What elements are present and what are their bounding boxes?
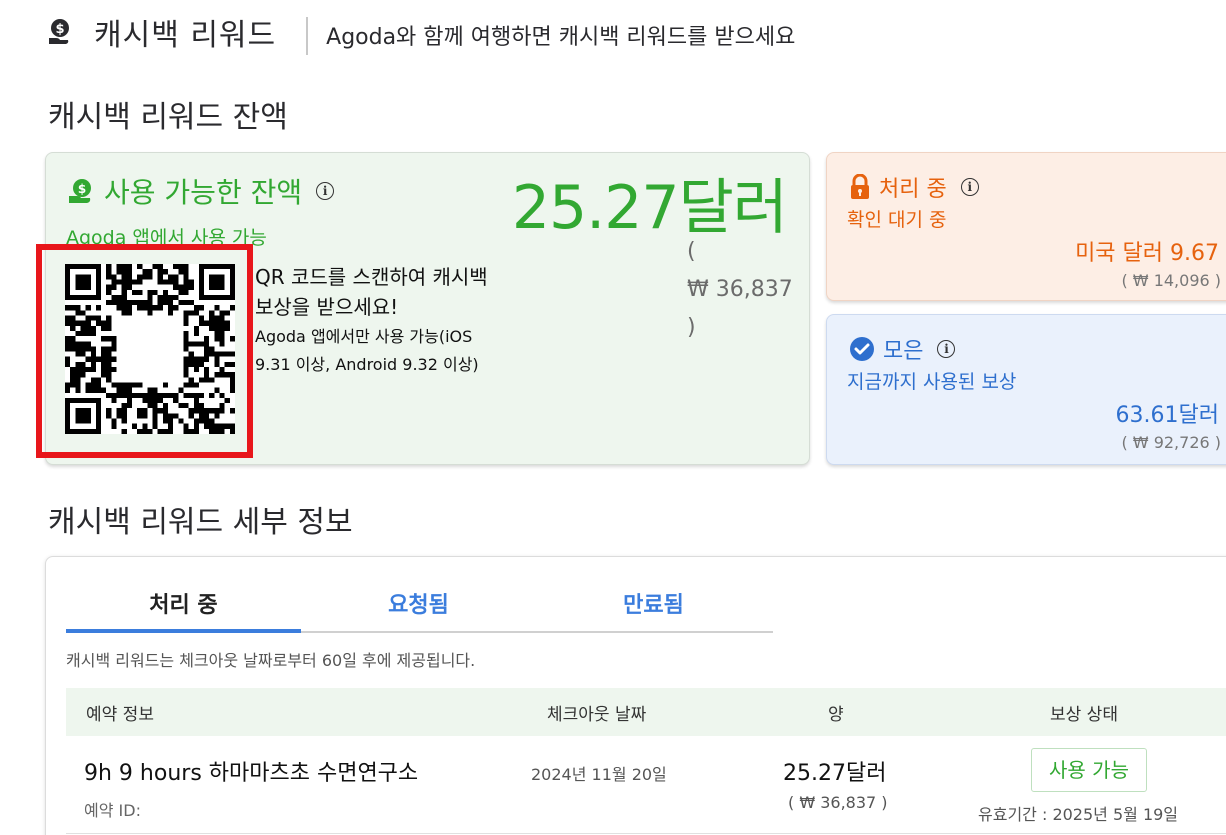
pending-card: 처리 중 i 확인 대기 중 미국 달러 9.67 ( ₩ 14,096 ) [826, 152, 1226, 301]
page-header: $ 캐시백 리워드 Agoda와 함께 여행하면 캐시백 리워드를 받으세요 [48, 8, 795, 56]
pending-description: 확인 대기 중 [847, 209, 947, 231]
krw-open-paren: ( [687, 239, 696, 264]
check-circle-icon [849, 336, 875, 362]
checkout-date: 2024년 11월 20일 [531, 765, 667, 784]
krw-value: ₩ 36,837 [687, 277, 793, 302]
collected-description: 지금까지 사용된 보상 [847, 371, 1017, 393]
booking-id: 예약 ID: [84, 801, 141, 820]
dollar-hand-icon: $ [68, 178, 94, 204]
pending-amount: 미국 달러 9.67 [1075, 241, 1219, 266]
row-amount: 25.27달러 [783, 761, 887, 786]
info-icon[interactable]: i [937, 340, 956, 358]
tab-expired[interactable]: 만료됨 [536, 575, 771, 631]
booking-name[interactable]: 9h 9 hours 하마마츠초 수면연구소 [84, 755, 418, 787]
collected-card: 모은 i 지금까지 사용된 보상 63.61달러 ( ₩ 92,726 ) [826, 314, 1226, 465]
available-balance-krw: ( ₩ 36,837 ) [687, 233, 793, 347]
qr-highlight-frame [36, 244, 253, 458]
qr-availability-note: Agoda 앱에서만 사용 가능(iOS 9.31 이상, Android 9.… [255, 323, 479, 379]
svg-text:$: $ [78, 182, 86, 196]
qr-note-line2: 9.31 이상, Android 9.32 이상) [255, 355, 479, 374]
qr-note-line1: Agoda 앱에서만 사용 가능(iOS [255, 327, 473, 346]
pending-krw: ( ₩ 14,096 ) [1121, 271, 1221, 290]
info-icon[interactable]: i [316, 182, 335, 200]
dollar-hand-icon: $ [48, 18, 70, 46]
column-checkout-date: 체크아웃 날짜 [547, 705, 647, 725]
lock-icon [849, 174, 871, 200]
column-booking-info: 예약 정보 [86, 705, 154, 725]
qr-instruction: QR 코드를 스캔하여 캐시백 보상을 받으세요! [255, 262, 488, 322]
validity-date: 유효기간 : 2025년 5월 19일 [978, 805, 1179, 824]
collected-label: 모은 [883, 339, 924, 364]
column-amount: 양 [828, 705, 844, 725]
info-icon[interactable]: i [960, 178, 979, 196]
tab-processing[interactable]: 처리 중 [66, 575, 301, 633]
details-card: 처리 중 요청됨 만료됨 캐시백 리워드는 체크아웃 날짜로부터 60일 후에 … [45, 556, 1226, 835]
page-title: 캐시백 리워드 [94, 18, 277, 53]
collected-amount: 63.61달러 [1115, 403, 1219, 428]
balance-section-title: 캐시백 리워드 잔액 [48, 100, 288, 135]
pending-title: 처리 중 i [849, 171, 979, 203]
details-section-title: 캐시백 리워드 세부 정보 [48, 505, 353, 540]
qr-instruction-line2: 보상을 받으세요! [255, 295, 399, 319]
tab-requested[interactable]: 요청됨 [301, 575, 536, 631]
table-header: 예약 정보 체크아웃 날짜 양 보상 상태 [66, 688, 1226, 736]
payout-notice: 캐시백 리워드는 체크아웃 날짜로부터 60일 후에 제공됩니다. [66, 651, 476, 670]
krw-close-paren: ) [687, 315, 696, 340]
available-balance-label: 사용 가능한 잔액 [104, 176, 303, 209]
svg-text:$: $ [55, 22, 64, 37]
column-reward-status: 보상 상태 [1050, 705, 1118, 725]
header-divider [306, 17, 309, 55]
pending-label: 처리 중 [879, 177, 947, 202]
collected-krw: ( ₩ 92,726 ) [1121, 433, 1221, 452]
status-badge: 사용 가능 [1031, 748, 1147, 792]
page-subtitle: Agoda와 함께 여행하면 캐시백 리워드를 받으세요 [326, 25, 796, 50]
available-balance-title: $ 사용 가능한 잔액 i [68, 171, 335, 211]
qr-instruction-line1: QR 코드를 스캔하여 캐시백 [255, 265, 488, 289]
collected-title: 모은 i [849, 333, 956, 365]
row-amount-krw: ( ₩ 36,837 ) [788, 793, 888, 812]
status-tabs: 처리 중 요청됨 만료됨 [66, 575, 773, 633]
row-divider [66, 833, 1226, 834]
